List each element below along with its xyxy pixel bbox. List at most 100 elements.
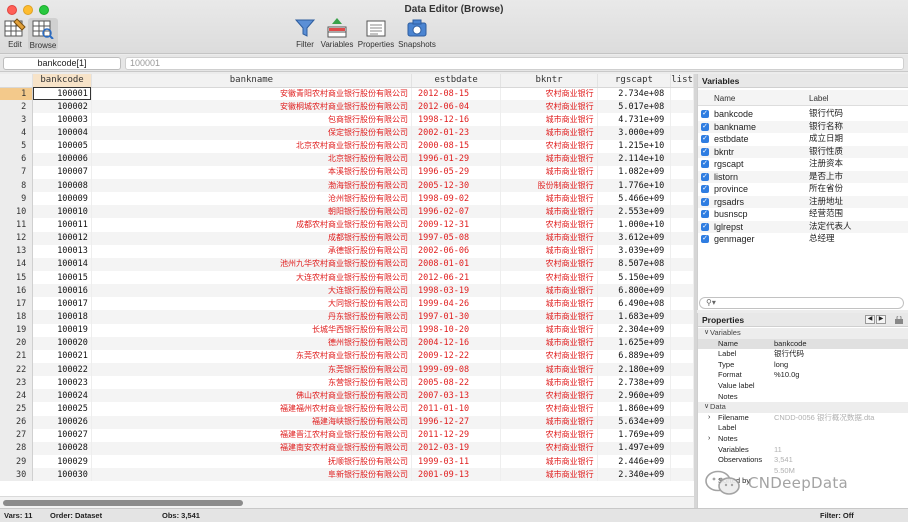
cell-bkntr[interactable]: 农村商业银行 [500,428,598,442]
variable-row[interactable]: ✓ rgscapt 注册资本 [698,158,908,171]
cell-bankcode[interactable]: 100020 [32,336,92,350]
cell-estbdate[interactable]: 2002-01-23 [411,126,502,140]
cell-bankcode[interactable]: 100001 [32,87,92,101]
cell-bankcode[interactable]: 100010 [32,205,92,219]
variable-visible-checkbox[interactable]: ✓ [701,210,709,218]
table-row[interactable]: 11 100011 成都农村商业银行股份有限公司 2009-12-31 农村商业银行 1.… [0,218,694,232]
cell-estbdate[interactable]: 2012-03-19 [411,441,502,455]
cell-bankcode[interactable]: 100030 [32,468,92,482]
table-row[interactable]: 29 100029 抚顺银行股份有限公司 1999-03-11 城市商业银行 2.446e… [0,454,694,469]
cell-bankname[interactable]: 大连农村商业银行股份有限公司 [91,270,412,285]
horizontal-scrollbar[interactable] [0,496,694,508]
variable-row[interactable]: ✓ bkntr 银行性质 [698,145,908,158]
cell-listorn[interactable] [670,402,694,416]
cell-listorn[interactable] [670,218,694,232]
cell-bankcode[interactable]: 100009 [32,192,92,206]
cell-bankname[interactable]: 长城华西银行股份有限公司 [91,323,412,337]
cell-estbdate[interactable]: 1997-05-08 [411,231,502,245]
cell-listorn[interactable] [670,270,694,285]
cell-bkntr[interactable]: 农村商业银行 [500,270,598,285]
cell-bankname[interactable]: 福建晋江农村商业银行股份有限公司 [91,428,412,442]
cell-listorn[interactable] [670,297,694,311]
cell-listorn[interactable] [670,323,694,337]
cell-bkntr[interactable]: 农村商业银行 [500,100,598,114]
column-header-listorn[interactable]: list [670,74,694,88]
property-type[interactable]: Type long [698,360,908,371]
cell-rgscapt[interactable]: 4.731e+09 [597,113,672,127]
column-header-bkntr[interactable]: bkntr [500,74,598,88]
cell-listorn[interactable] [670,87,694,101]
cell-estbdate[interactable]: 1996-05-29 [411,165,502,179]
cell-estbdate[interactable]: 2012-08-15 [411,87,502,101]
cell-bkntr[interactable]: 城市商业银行 [500,244,598,258]
cell-rgscapt[interactable]: 2.738e+09 [597,376,672,390]
cell-listorn[interactable] [670,205,694,219]
cell-bkntr[interactable]: 股份制商业银行 [500,178,598,193]
properties-group-data[interactable]: ∨ Data [698,402,908,413]
filter-button[interactable]: Filter [293,18,317,49]
variable-visible-checkbox[interactable]: ✓ [701,172,709,181]
variable-visible-checkbox[interactable]: ✓ [701,235,709,243]
variable-row[interactable]: ✓ rgsadrs 注册地址 [698,195,908,208]
cell-rgscapt[interactable]: 5.150e+09 [597,270,672,285]
next-arrow-icon[interactable]: ▶ [876,315,886,324]
data-grid[interactable]: bankcode bankname estbdate bkntr rgscapt… [0,74,694,496]
cell-estbdate[interactable]: 1999-03-11 [411,454,502,469]
column-header-bankcode[interactable]: bankcode [32,74,92,88]
cell-bankcode[interactable]: 100003 [32,113,92,127]
cell-bankcode[interactable]: 100006 [32,152,92,166]
cell-bkntr[interactable]: 城市商业银行 [500,468,598,482]
property-variables-count[interactable]: Variables 11 [698,445,908,456]
cell-listorn[interactable] [670,336,694,350]
cell-estbdate[interactable]: 2001-09-13 [411,468,502,482]
cell-bankname[interactable]: 大同银行股份有限公司 [91,297,412,311]
cell-bankname[interactable]: 包商银行股份有限公司 [91,113,412,127]
cell-rgscapt[interactable]: 1.625e+09 [597,336,672,350]
variable-visible-checkbox[interactable]: ✓ [701,147,709,156]
table-row[interactable]: 28 100028 福建南安农村商业银行股份有限公司 2012-03-19 农村商业银行… [0,441,694,455]
cell-bankname[interactable]: 福建福州农村商业银行股份有限公司 [91,402,412,416]
variable-row[interactable]: ✓ lglrepst 法定代表人 [698,220,908,233]
table-row[interactable]: 2 100002 安徽桐城农村商业银行股份有限公司 2012-06-04 农村商业银行 5… [0,100,694,114]
cell-listorn[interactable] [670,165,694,179]
cell-estbdate[interactable]: 2005-12-30 [411,178,502,193]
cell-bankcode[interactable]: 100028 [32,441,92,455]
cell-bankname[interactable]: 东莞农村商业银行股份有限公司 [91,349,412,363]
cell-bankname[interactable]: 承德银行股份有限公司 [91,244,412,258]
table-row[interactable]: 20 100020 德州银行股份有限公司 2004-12-16 城市商业银行 1.625e… [0,336,694,350]
property-filename[interactable]: › Filename CNDD-0056 银行概况数据.dta [698,413,908,424]
cell-bkntr[interactable]: 城市商业银行 [500,297,598,311]
cell-rgscapt[interactable]: 3.612e+09 [597,231,672,245]
cell-rgscapt[interactable]: 1.776e+10 [597,178,672,193]
cell-bankname[interactable]: 渤海银行股份有限公司 [91,178,412,193]
cell-estbdate[interactable]: 2011-12-29 [411,428,502,442]
variable-visible-checkbox[interactable]: ✓ [701,185,709,193]
table-row[interactable]: 22 100022 东莞银行股份有限公司 1999-09-08 城市商业银行 2.180e… [0,362,694,377]
cell-bkntr[interactable]: 城市商业银行 [500,231,598,245]
property-name[interactable]: Name bankcode [698,338,908,350]
table-row[interactable]: 6 100006 北京银行股份有限公司 1996-01-29 城市商业银行 2.114e+… [0,152,694,166]
cell-rgscapt[interactable]: 2.446e+09 [597,454,672,469]
cell-bankname[interactable]: 阜新银行股份有限公司 [91,468,412,482]
cell-rgscapt[interactable]: 6.490e+08 [597,297,672,311]
cell-bankcode[interactable]: 100022 [32,362,92,377]
cell-listorn[interactable] [670,178,694,193]
table-row[interactable]: 12 100012 成都银行股份有限公司 1997-05-08 城市商业银行 3.612e… [0,231,694,245]
property-data-notes[interactable]: › Notes [698,434,908,445]
variable-visible-checkbox[interactable]: ✓ [701,160,709,168]
cell-estbdate[interactable]: 2012-06-21 [411,270,502,285]
cell-bkntr[interactable]: 城市商业银行 [500,165,598,179]
cell-bankcode[interactable]: 100027 [32,428,92,442]
cell-bankcode[interactable]: 100021 [32,349,92,363]
cell-listorn[interactable] [670,192,694,206]
cell-bankcode[interactable]: 100002 [32,100,92,114]
cell-rgscapt[interactable]: 1.000e+10 [597,218,672,232]
cell-bankcode[interactable]: 100023 [32,376,92,390]
table-row[interactable]: 30 100030 阜新银行股份有限公司 2001-09-13 城市商业银行 2.340e… [0,468,694,482]
cell-bankname[interactable]: 朝阳银行股份有限公司 [91,205,412,219]
previous-arrow-icon[interactable]: ◀ [865,315,875,324]
cell-rgscapt[interactable]: 6.800e+09 [597,284,672,298]
cell-bankname[interactable]: 本溪银行股份有限公司 [91,165,412,179]
table-row[interactable]: 18 100018 丹东银行股份有限公司 1997-01-30 城市商业银行 1.683e… [0,310,694,324]
cell-listorn[interactable] [670,468,694,482]
